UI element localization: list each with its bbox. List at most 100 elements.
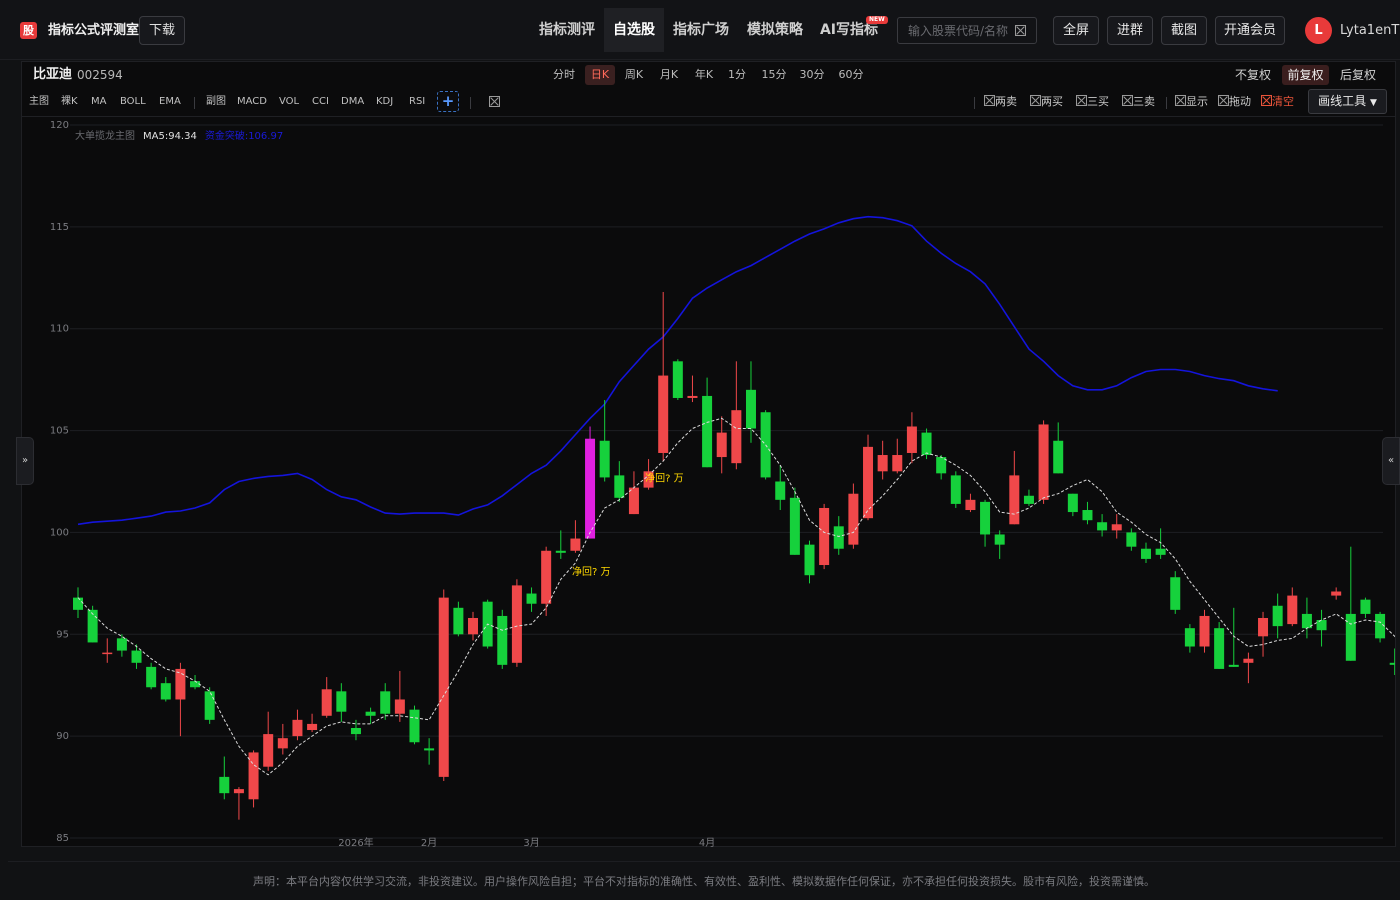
download-button[interactable]: 下载 [139, 16, 185, 45]
clear-search-icon[interactable] [1015, 25, 1026, 36]
candle-body [102, 652, 113, 655]
candle-body [1214, 628, 1225, 669]
candle-body [702, 395, 713, 468]
candle-body [1184, 628, 1195, 647]
candle-body [1067, 493, 1078, 513]
tool-clear[interactable]: 清空 [1261, 93, 1294, 111]
username[interactable]: Lyta1enT [1340, 22, 1399, 39]
candle-body [248, 752, 259, 800]
signal-annotation: 净回? 万 [645, 471, 684, 484]
vip-button[interactable]: 开通会员 [1215, 16, 1285, 45]
candle-body [1140, 548, 1151, 559]
tool-display[interactable]: 显示 [1175, 93, 1208, 111]
indicator-dma[interactable]: DMA [341, 93, 364, 111]
stock-search[interactable] [897, 17, 1037, 44]
x-tick-label: 4月 [699, 837, 715, 847]
indicator-ema[interactable]: EMA [159, 93, 181, 111]
indicator-toggle-icon[interactable] [489, 96, 500, 107]
indicator-vol[interactable]: VOL [279, 93, 299, 111]
indicator-bare-k[interactable]: 裸K [61, 93, 78, 111]
nav-ai-indicator[interactable]: AI写指标 [812, 8, 886, 52]
candle-body [1243, 658, 1254, 663]
period-yearly[interactable]: 年K [689, 65, 719, 85]
add-indicator-button[interactable]: + [437, 91, 459, 112]
avatar[interactable]: L [1305, 17, 1332, 44]
expand-right-button[interactable]: « [1382, 437, 1400, 485]
tool-label: 三卖 [1133, 95, 1155, 108]
period-weekly[interactable]: 周K [619, 65, 649, 85]
candle-body [877, 455, 888, 472]
candle-body [453, 607, 464, 635]
candle-body [73, 597, 83, 610]
indicator-macd[interactable]: MACD [237, 93, 267, 111]
candle-body [965, 499, 976, 511]
candle-body [1170, 577, 1181, 610]
checkbox-icon[interactable] [1175, 95, 1186, 106]
indicator-boll[interactable]: BOLL [120, 93, 146, 111]
checkbox-icon[interactable] [1076, 95, 1087, 106]
candle-body [1287, 595, 1298, 625]
adjust-backward[interactable]: 后复权 [1337, 65, 1379, 85]
candle-body [526, 593, 537, 604]
tool-two-sell[interactable]: 两卖 [984, 93, 1017, 111]
tool-three-buy[interactable]: 三买 [1076, 93, 1109, 111]
tool-two-buy[interactable]: 两买 [1030, 93, 1063, 111]
adjust-forward[interactable]: 前复权 [1282, 65, 1329, 85]
join-group-button[interactable]: 进群 [1107, 16, 1153, 45]
period-60min[interactable]: 60分 [837, 65, 865, 85]
candle-body [219, 776, 230, 794]
stock-search-input[interactable] [898, 18, 1013, 43]
disclaimer: 声明：本平台内容仅供学习交流，非投资建议。用户操作风险自担；平台不对指标的准确性… [8, 861, 1400, 900]
divider [470, 97, 471, 109]
tool-drag[interactable]: 拖动 [1218, 93, 1251, 111]
period-monthly[interactable]: 月K [654, 65, 684, 85]
tool-label: 三买 [1087, 95, 1109, 108]
candle-body [863, 446, 874, 519]
adjust-none[interactable]: 不复权 [1232, 65, 1274, 85]
candlestick-chart[interactable]: 8590951001051101151202026年 2月 3月 4月净回? 万净回?… [22, 117, 1395, 847]
expand-left-button[interactable]: » [16, 437, 34, 485]
tool-three-sell[interactable]: 三卖 [1122, 93, 1155, 111]
period-intraday[interactable]: 分时 [549, 65, 579, 85]
checkbox-icon[interactable] [1030, 95, 1041, 106]
nav-sim-strategy[interactable]: 模拟策略 [738, 8, 812, 52]
indicator-cci[interactable]: CCI [312, 93, 329, 111]
clear-icon[interactable] [1261, 95, 1272, 106]
candle-body [380, 691, 391, 714]
candle-body [321, 689, 332, 716]
checkbox-icon[interactable] [984, 95, 995, 106]
candle-body [1111, 524, 1122, 531]
y-tick-label: 115 [50, 222, 69, 233]
nav-indicator-review[interactable]: 指标测评 [530, 8, 604, 52]
candle-body [263, 734, 274, 767]
candle-body [511, 585, 522, 663]
period-30min[interactable]: 30分 [798, 65, 826, 85]
drawing-tools-dropdown[interactable]: 画线工具 ▼ [1308, 89, 1387, 114]
indicator-rsi[interactable]: RSI [409, 93, 425, 111]
period-daily[interactable]: 日K [585, 65, 615, 85]
candle-body [365, 711, 376, 716]
nav-watchlist[interactable]: 自选股 [604, 8, 664, 52]
x-tick-label: 2月 [421, 837, 437, 847]
y-tick-label: 110 [50, 324, 69, 335]
candle-body [468, 617, 479, 635]
y-tick-label: 120 [50, 120, 69, 131]
screenshot-button[interactable]: 截图 [1161, 16, 1207, 45]
period-15min[interactable]: 15分 [760, 65, 788, 85]
candle-body [1316, 620, 1327, 631]
candle-body [233, 789, 244, 794]
checkbox-icon[interactable] [1218, 95, 1229, 106]
legend-entry: 大单揽龙主图 [75, 129, 135, 142]
period-1min[interactable]: 1分 [725, 65, 749, 85]
tool-label: 两卖 [995, 95, 1017, 108]
candle-body [336, 691, 347, 712]
indicator-ma[interactable]: MA [91, 93, 106, 111]
candle-body [980, 501, 991, 535]
fullscreen-button[interactable]: 全屏 [1053, 16, 1099, 45]
caret-down-icon: ▼ [1369, 98, 1377, 108]
nav-indicator-square[interactable]: 指标广场 [664, 8, 738, 52]
checkbox-icon[interactable] [1122, 95, 1133, 106]
indicator-kdj[interactable]: KDJ [376, 93, 393, 111]
candle-body [87, 609, 98, 643]
x-tick-label: 3月 [523, 837, 539, 847]
